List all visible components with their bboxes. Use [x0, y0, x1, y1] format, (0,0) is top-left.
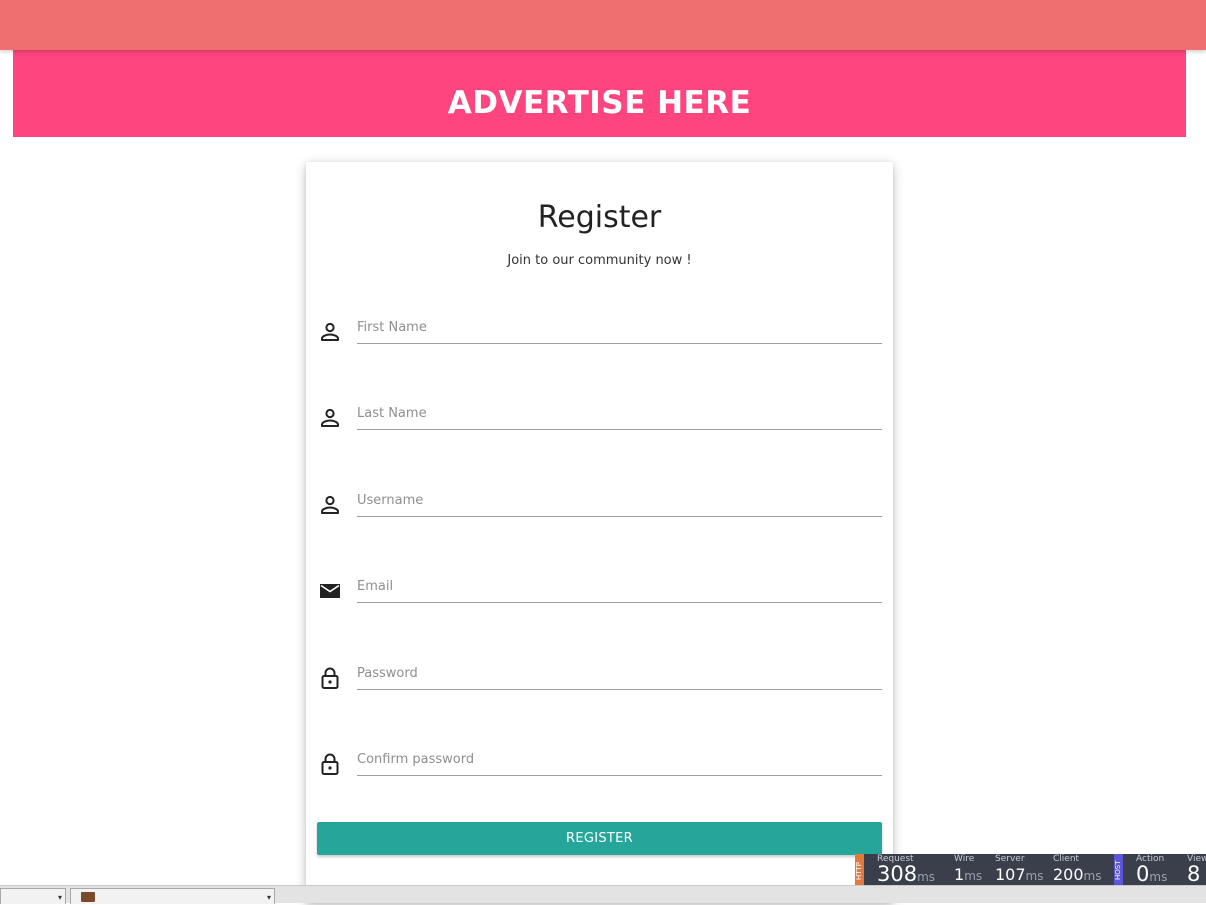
register-button[interactable]: REGISTER	[317, 822, 882, 855]
last-name-input[interactable]	[357, 398, 882, 430]
perf-action: Action 0ms	[1136, 855, 1167, 885]
http-tag-label: HTTP	[855, 862, 863, 880]
perf-client-label: Client	[1053, 854, 1080, 864]
http-tag: HTTP	[855, 854, 864, 885]
first-name-input[interactable]	[357, 312, 882, 344]
folder-icon	[81, 892, 95, 902]
perf-server-value: 107	[995, 865, 1026, 884]
perf-request-value: 308	[877, 862, 918, 885]
perf-wire: Wire 1ms	[954, 855, 982, 885]
advertise-text: ADVERTISE HERE	[447, 84, 752, 121]
taskbar-segment-1[interactable]: ▾	[0, 888, 66, 904]
perf-request: Request 308ms	[877, 855, 935, 885]
last-name-field	[316, 398, 882, 448]
perf-wire-value: 1	[954, 865, 965, 884]
password-input[interactable]	[357, 658, 882, 690]
host-tag-label: HOST	[1114, 860, 1122, 881]
perf-client-unit: ms	[1083, 869, 1102, 883]
perf-server-unit: ms	[1025, 869, 1044, 883]
perf-action-unit: ms	[1149, 870, 1168, 884]
taskbar: ▾ ▾	[0, 885, 1206, 904]
first-name-field	[316, 312, 882, 362]
register-card: Register Join to our community now ! Fir…	[306, 162, 893, 903]
confirm-password-field	[316, 744, 882, 794]
perf-action-value: 0	[1136, 862, 1150, 885]
taskbar-segment-2[interactable]: ▾	[70, 888, 275, 904]
lock-icon	[316, 750, 344, 778]
top-nav-bar	[0, 0, 1206, 50]
perf-view-value: 8	[1187, 862, 1201, 885]
person-icon	[316, 404, 344, 432]
host-tag: HOST	[1114, 854, 1123, 885]
username-field	[316, 485, 882, 535]
performance-bar[interactable]: HTTP Request 308ms Wire 1ms Server 107ms…	[855, 854, 1206, 885]
perf-client: Client 200ms	[1053, 855, 1102, 885]
confirm-password-input[interactable]	[357, 744, 882, 776]
password-field	[316, 658, 882, 708]
email-input[interactable]	[357, 571, 882, 603]
person-icon	[316, 491, 344, 519]
page-subtitle: Join to our community now !	[507, 253, 692, 268]
page-title: Register	[537, 200, 662, 235]
username-input[interactable]	[357, 485, 882, 517]
perf-wire-unit: ms	[964, 869, 983, 883]
person-icon	[316, 318, 344, 346]
advertise-banner[interactable]: ADVERTISE HERE	[13, 50, 1186, 137]
perf-client-value: 200	[1053, 865, 1084, 884]
perf-server-label: Server	[995, 854, 1025, 864]
perf-wire-label: Wire	[954, 854, 975, 864]
email-field	[316, 571, 882, 621]
perf-server: Server 107ms	[995, 855, 1044, 885]
perf-view: View 8	[1187, 855, 1206, 885]
email-icon	[316, 577, 344, 605]
perf-request-unit: ms	[917, 870, 936, 884]
lock-icon	[316, 664, 344, 692]
